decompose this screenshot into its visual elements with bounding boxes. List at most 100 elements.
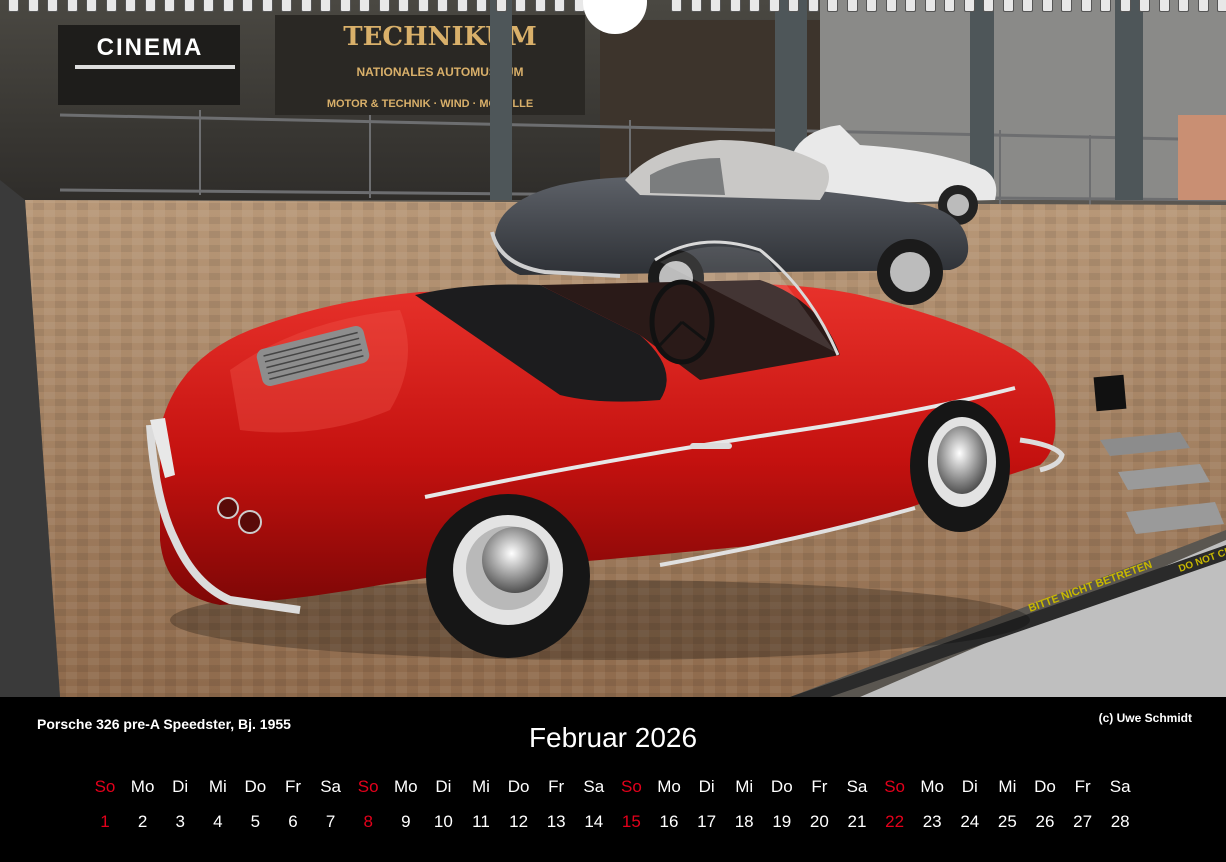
binding-ring	[359, 0, 370, 12]
date-day: 24	[960, 812, 980, 831]
date-day: 7	[325, 812, 336, 831]
binding-ring	[924, 0, 936, 12]
weekday-label: So	[94, 777, 116, 796]
binding-ring	[905, 0, 916, 12]
month-title: Februar 2026	[528, 722, 698, 753]
date-sunday: 15	[621, 812, 641, 831]
date-day: 10	[433, 812, 453, 831]
weekday-label: Fr	[1074, 777, 1091, 796]
binding-ring	[203, 0, 214, 12]
date-row: 1 2 3 4 5 6 7 8 9 10 11 12 13 14 15 16 17 18 19 20 21 22 23 24 2…	[85, 812, 1145, 836]
binding-ring	[476, 0, 487, 12]
weekday-label: Mo	[920, 777, 944, 796]
binding-ring	[164, 0, 175, 12]
binding-ring	[1158, 0, 1170, 12]
binding-ring	[144, 0, 156, 12]
binding-ring	[27, 0, 39, 12]
weekday-label: Fr	[548, 777, 565, 796]
date-day: 6	[288, 812, 298, 831]
binding-ring	[749, 0, 760, 12]
weekday-row: So Mo Di Mi Do Fr Sa So Mo Di Mi Do Fr Sa So Mo Di Mi Do Fr…	[85, 777, 1145, 801]
binding-ring	[183, 0, 195, 12]
weekday-label: Mi	[735, 777, 754, 796]
weekday-label: Di	[435, 777, 452, 796]
weekday-label: Do	[1034, 777, 1056, 796]
date-day: 16	[659, 812, 679, 831]
binding-ring	[515, 0, 526, 12]
date-day: 5	[250, 812, 261, 831]
date-sunday: 1	[100, 812, 110, 831]
binding-ring	[554, 0, 565, 12]
weekday-label: Fr	[284, 777, 302, 796]
binding-ring	[339, 0, 351, 12]
weekday-label: Fr	[811, 777, 828, 796]
binding-ring	[1080, 0, 1092, 12]
weekday-label: Mi	[998, 777, 1017, 796]
binding-ring	[105, 0, 117, 12]
date-day: 21	[847, 812, 867, 831]
weekday-label: Di	[172, 777, 189, 796]
weekday-label: Mi	[208, 777, 227, 796]
binding-ring	[866, 0, 877, 12]
binding-ring	[1002, 0, 1014, 12]
binding-ring	[534, 0, 546, 12]
binding-ring	[788, 0, 799, 12]
binding-ring	[47, 0, 58, 12]
date-day: 11	[472, 812, 490, 831]
date-day: 26	[1035, 812, 1055, 831]
cinema-sign: CINEMA	[97, 34, 204, 61]
binding-ring	[1217, 0, 1226, 12]
date-day: 9	[401, 812, 411, 831]
date-sunday: 22	[885, 812, 905, 831]
binding-ring	[437, 0, 448, 12]
date-day: 12	[509, 812, 529, 831]
binding-ring	[827, 0, 838, 12]
binding-ring	[1178, 0, 1189, 12]
binding-ring	[417, 0, 429, 12]
calendar-photo: CINEMA TECHNIKUM NATIONALES AUTOMUSEUM M…	[0, 0, 1226, 697]
weekday-label: Di	[961, 777, 978, 796]
date-day: 14	[584, 812, 604, 831]
weekday-label: So	[884, 777, 905, 796]
date-day: 4	[213, 812, 223, 831]
binding-ring	[1061, 0, 1072, 12]
car-museum-illustration: CINEMA TECHNIKUM NATIONALES AUTOMUSEUM M…	[0, 0, 1226, 697]
binding-ring	[261, 0, 273, 12]
binding-ring	[1139, 0, 1150, 12]
weekday-label: Mo	[130, 777, 155, 796]
binding-ring	[300, 0, 312, 12]
date-sunday: 8	[363, 812, 373, 831]
binding-ring	[495, 0, 507, 12]
binding-ring	[807, 0, 819, 12]
binding-ring	[281, 0, 292, 12]
binding-ring	[1041, 0, 1053, 12]
binding-ring	[729, 0, 741, 12]
date-day: 23	[922, 812, 942, 831]
binding-ring	[1197, 0, 1209, 12]
date-day: 2	[137, 812, 148, 831]
weekday-label: So	[357, 777, 379, 796]
weekday-label: So	[620, 777, 642, 796]
date-day: 19	[772, 812, 792, 831]
binding-ring	[320, 0, 331, 12]
weekday-label: Sa	[846, 777, 868, 796]
weekday-label: Sa	[1109, 777, 1131, 796]
binding-ring	[8, 0, 19, 12]
weekday-label: Mo	[657, 777, 681, 796]
binding-ring	[846, 0, 858, 12]
binding-ring	[768, 0, 780, 12]
weekday-label: Do	[244, 777, 267, 796]
binding-ring	[944, 0, 955, 12]
date-day: 13	[546, 812, 566, 831]
binding-ring	[398, 0, 409, 12]
binding-ring	[242, 0, 253, 12]
weekday-label: Mo	[393, 777, 418, 796]
binding-ring	[983, 0, 994, 12]
binding-ring	[86, 0, 97, 12]
weekday-label: Do	[507, 777, 530, 796]
binding-ring	[222, 0, 234, 12]
weekday-label: Sa	[583, 777, 605, 796]
binding-ring	[1119, 0, 1131, 12]
binding-ring	[963, 0, 975, 12]
binding-ring	[1022, 0, 1033, 12]
